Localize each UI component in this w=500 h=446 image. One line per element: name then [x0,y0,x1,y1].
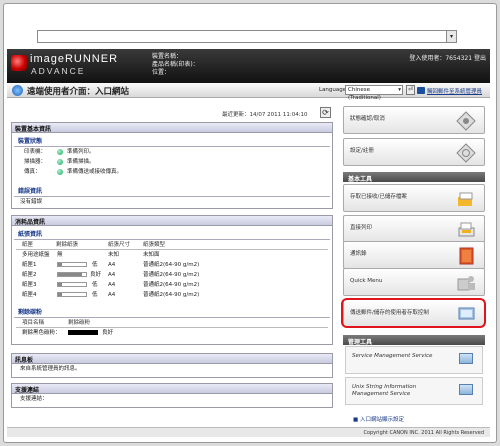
section-header: 裝置基本資訊 [12,123,332,133]
highlight-annotation [341,298,486,328]
refresh-icon[interactable]: ⟳ [320,107,331,118]
status-ok-icon [57,169,63,175]
portal-icon [12,85,23,96]
monitor-icon [459,353,473,364]
service-management-button[interactable]: Service Management Service [345,346,483,374]
table-row: 紙匣4 低 A4 普通紙2(64-90 g/m2) [22,292,200,298]
table-row: 紙匣3 低 A4 普通紙2(64-90 g/m2) [22,282,200,288]
settings-button[interactable]: 設定/註冊 [343,138,485,166]
section-header: 訊息板 [12,354,332,364]
language-select[interactable]: Chinese (Traditional) ▾ [345,85,403,101]
device-basic-section: 裝置基本資訊 裝置狀態 印表機： 準備列印。 掃描器： 準備掃描。 傳真： 準備傳送或… [11,122,333,209]
device-name-label: 裝置名稱： [152,53,183,60]
paper-info-subheader: 紙張資訊 [14,228,330,240]
user-menu-icon [457,276,475,291]
toner-table-header: 項目名稱 剩餘碳粉 [16,318,328,328]
mail-icon[interactable] [417,87,425,94]
unix-string-service-button[interactable]: Unix String Information Management Servi… [345,377,483,405]
section-header: 消耗品資訊 [12,216,332,226]
table-row: 多用途紙盤無未知 未知面 [22,252,160,258]
management-tools-header: 管理工具 [343,335,485,346]
product-name-label: 產品名稱(印表)： [152,61,199,68]
gear-icon [456,143,476,163]
last-update: 最近更新：14/07 2011 11:04:10 [222,112,308,118]
canon-logo-icon [11,55,27,71]
copyright: Copyright CANON INC. 2011 All Rights Res… [7,427,490,437]
address-dropdown-icon[interactable]: ▾ [446,31,456,42]
toner-row: 剩餘黑色碳粉： 良好 [22,330,114,336]
language-label: Language: [319,87,348,93]
location-label: 位置： [152,69,171,76]
status-row: 傳真： 準備傳送或接收傳真。 [24,169,123,175]
app-header: imageRUNNER ADVANCE 裝置名稱： 產品名稱(印表)： 位置： … [7,49,490,83]
error-text: 沒有錯誤 [20,199,43,205]
brand-title: imageRUNNER [30,53,119,65]
section-header: 支援連結 [12,384,332,394]
eye-icon [456,111,476,131]
status-row: 掃描器： 準備掃描。 [24,159,95,165]
table-row: 紙匣2 良好 A4 普通紙2(64-90 g/m2) [22,272,200,278]
chevron-down-icon: ▾ [398,87,401,93]
title-bar: 遠端使用者介面：入口網站 Language: Chinese (Traditio… [7,83,490,101]
toner-subheader: 剩餘碳粉 [14,306,330,318]
page-title: 遠端使用者介面：入口網站 [27,87,130,97]
monitor-icon [459,384,473,395]
basic-tools-header: 基本工具 [343,172,485,183]
logout-link[interactable]: 登出 [474,55,486,62]
quick-menu-button[interactable]: Quick Menu [343,268,485,296]
direct-print-button[interactable]: 直接列印 [343,215,485,243]
login-user: 登入使用者：7654321 [409,55,473,62]
address-book-icon [459,247,474,265]
messages-section: 訊息板 來自系統管理員的訊息。 [11,353,333,378]
portal-settings-link[interactable]: ■ 入口網站顯示設定 [353,415,404,423]
access-files-button[interactable]: 存取已接收/已儲存檔案 [343,184,485,212]
consumables-section: 消耗品資訊 紙張資訊 紙匣 剩餘紙張 紙張尺寸 紙張類型 多用途紙盤無未知 未知面… [11,215,333,345]
table-row: 紙匣1 低 A4 普通紙2(64-90 g/m2) [22,262,200,268]
device-status-subheader: 裝置狀態 [14,135,330,147]
login-info: 登入使用者：7654321 登出 [409,53,486,62]
support-link-label: 支援連結： [20,396,48,402]
status-row: 印表機： 準備列印。 [24,149,95,155]
files-icon [458,192,473,206]
message-text: 來自系統管理員的訊息。 [20,366,81,372]
status-ok-icon [57,149,63,155]
mail-admin-link[interactable]: 觸回郵件至系統管理員 [427,87,482,95]
address-bar[interactable]: ▾ [37,30,457,43]
status-ok-icon [57,159,63,165]
apply-language-button[interactable]: ⏎ [406,85,415,95]
device-info: 裝置名稱： 產品名稱(印表)： 位置： [152,53,199,77]
printer-icon [458,222,475,237]
brand-subtitle: ADVANCE [31,66,86,76]
status-monitor-button[interactable]: 狀態確認/取消 [343,106,485,134]
paper-table-header: 紙匣 剩餘紙張 紙張尺寸 紙張類型 [16,240,328,250]
support-section: 支援連結 支援連結： [11,383,333,408]
error-subheader: 錯誤資訊 [14,185,330,197]
address-book-button[interactable]: 通訊錄 [343,241,485,269]
